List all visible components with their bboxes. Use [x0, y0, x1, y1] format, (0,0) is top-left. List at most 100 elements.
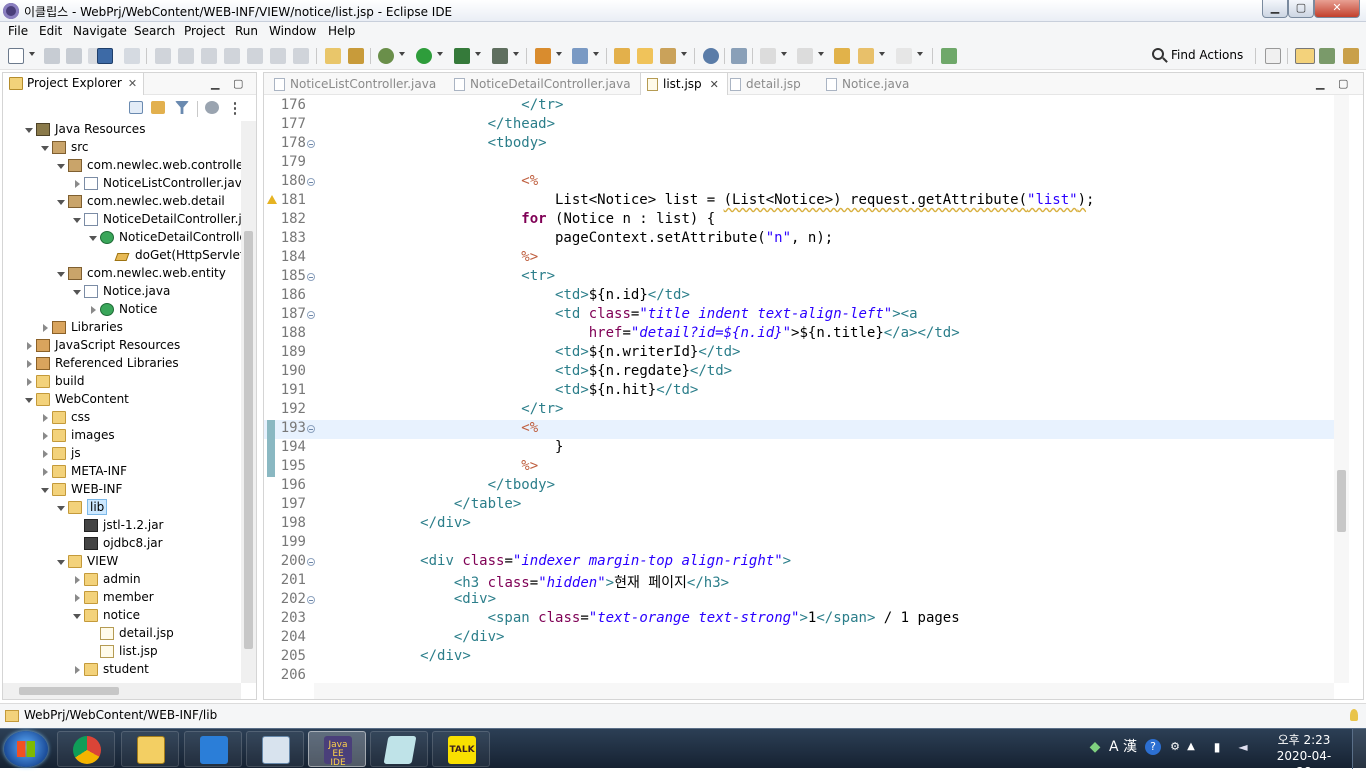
tip-bulb-icon[interactable] [1350, 709, 1358, 721]
new-class-icon[interactable] [572, 48, 588, 64]
code-line[interactable]: 195 %> [264, 458, 1334, 477]
terminate-icon[interactable] [201, 48, 217, 64]
last-edit-location-icon[interactable] [834, 48, 850, 64]
fold-toggle-icon[interactable] [307, 558, 315, 566]
chevron-down-icon[interactable] [399, 52, 405, 56]
next-annotation-icon[interactable] [760, 48, 776, 64]
fold-toggle-icon[interactable] [307, 596, 315, 604]
explorer-horizontal-scrollbar[interactable] [3, 683, 241, 699]
close-icon[interactable]: ✕ [128, 77, 137, 90]
taskbar-kakaotalk[interactable]: TALK [432, 731, 490, 767]
chevron-down-icon[interactable] [818, 52, 824, 56]
code-line[interactable]: 191 <td>${n.hit}</td> [264, 382, 1334, 401]
code-line[interactable]: 189 <td>${n.writerId}</td> [264, 344, 1334, 363]
java-perspective-icon[interactable] [1343, 48, 1359, 64]
taskbar-media[interactable] [246, 731, 304, 767]
code-line[interactable]: 178 <tbody> [264, 135, 1334, 154]
code-line[interactable]: 197 </table> [264, 496, 1334, 515]
filter-icon[interactable] [175, 101, 189, 114]
java-ee-perspective-icon[interactable] [1295, 48, 1315, 64]
start-button[interactable] [4, 731, 48, 767]
globe-icon[interactable] [703, 48, 719, 64]
code-line[interactable]: 193 <% [264, 420, 1334, 439]
maximize-view-icon[interactable]: ▢ [233, 77, 243, 90]
code-line[interactable]: 185 <tr> [264, 268, 1334, 287]
new-icon[interactable] [8, 48, 24, 64]
maximize-button[interactable]: ▢ [1288, 0, 1314, 18]
coverage-icon[interactable] [454, 48, 470, 64]
debug-perspective-icon[interactable] [1319, 48, 1335, 64]
search-tool-icon[interactable] [660, 48, 676, 64]
code-line[interactable]: 177 </thead> [264, 116, 1334, 135]
code-line[interactable]: 198 </div> [264, 515, 1334, 534]
code-line[interactable]: 194 } [264, 439, 1334, 458]
code-line[interactable]: 187 <td class="title indent text-align-l… [264, 306, 1334, 325]
code-line[interactable]: 182 for (Notice n : list) { [264, 211, 1334, 230]
code-line[interactable]: 205 </div> [264, 648, 1334, 667]
chevron-down-icon[interactable] [879, 52, 885, 56]
overview-ruler[interactable] [1349, 95, 1363, 683]
code-area[interactable]: 176 </tr> 177 </thead> 178 <tbody> 179 180 <… [264, 95, 1334, 683]
scrollbar-thumb[interactable] [1337, 470, 1346, 532]
chevron-down-icon[interactable] [917, 52, 923, 56]
open-type-icon[interactable] [614, 48, 630, 64]
tab-notice-detail-controller[interactable]: NoticeDetailController.java [448, 73, 639, 95]
code-line[interactable]: 180 <% [264, 173, 1334, 192]
show-desktop-button[interactable] [1352, 729, 1366, 769]
save-all-icon[interactable] [66, 48, 82, 64]
fold-toggle-icon[interactable] [307, 311, 315, 319]
menu-edit[interactable]: Edit [39, 24, 62, 38]
menu-search[interactable]: Search [134, 24, 175, 38]
save-icon[interactable] [44, 48, 60, 64]
tab-list-jsp[interactable]: list.jsp ✕ [640, 73, 728, 95]
code-line[interactable]: 184 %> [264, 249, 1334, 268]
forward-icon[interactable] [896, 48, 912, 64]
explorer-vertical-scrollbar[interactable] [241, 121, 256, 683]
ime-indicator[interactable]: A 漢 [1105, 739, 1141, 755]
menu-run[interactable]: Run [235, 24, 258, 38]
fold-toggle-icon[interactable] [307, 178, 315, 186]
spellcheck-icon[interactable] [731, 48, 747, 64]
editor-vertical-scrollbar[interactable] [1334, 95, 1349, 683]
chevron-down-icon[interactable] [593, 52, 599, 56]
open-perspective-icon[interactable] [1265, 48, 1281, 64]
chevron-down-icon[interactable] [475, 52, 481, 56]
debug-icon[interactable] [378, 48, 394, 64]
focus-icon[interactable] [205, 101, 219, 114]
code-line[interactable]: 188 href="detail?id=${n.id}">${n.title}<… [264, 325, 1334, 344]
resume-icon[interactable] [155, 48, 171, 64]
code-line[interactable]: 201 <h3 class="hidden">현재 페이지</h3> [264, 572, 1334, 591]
fold-toggle-icon[interactable] [307, 140, 315, 148]
code-line[interactable]: 206 [264, 667, 1334, 683]
taskbar-notepad[interactable] [370, 731, 428, 767]
code-line[interactable]: 200 <div class="indexer margin-top align… [264, 553, 1334, 572]
volume-muted-icon[interactable]: ◄ [1235, 739, 1251, 755]
menu-help[interactable]: Help [328, 24, 355, 38]
back-icon[interactable] [858, 48, 874, 64]
taskbar-chrome[interactable] [57, 731, 115, 767]
help-icon[interactable]: ? [1145, 739, 1161, 755]
fold-toggle-icon[interactable] [307, 273, 315, 281]
taskbar-vscode[interactable] [184, 731, 242, 767]
suspend-icon[interactable] [178, 48, 194, 64]
chevron-down-icon[interactable] [781, 52, 787, 56]
menu-project[interactable]: Project [184, 24, 225, 38]
power-icon[interactable]: ▮ [1209, 739, 1225, 755]
window-title-bar[interactable]: 이클립스 - WebPrj/WebContent/WEB-INF/VIEW/no… [0, 0, 1366, 22]
chevron-down-icon[interactable] [437, 52, 443, 56]
open-perspective-icon[interactable] [325, 48, 341, 64]
minimize-button[interactable]: ▁ [1262, 0, 1288, 18]
fold-toggle-icon[interactable] [307, 425, 315, 433]
run-icon[interactable] [416, 48, 432, 64]
scrollbar-thumb[interactable] [19, 687, 119, 695]
code-line[interactable]: 192 </tr> [264, 401, 1334, 420]
previous-annotation-icon[interactable] [797, 48, 813, 64]
code-line[interactable]: 202 <div> [264, 591, 1334, 610]
server-icon[interactable] [348, 48, 364, 64]
minimize-view-icon[interactable]: ▁ [211, 77, 219, 90]
disconnect-icon[interactable] [224, 48, 240, 64]
code-line[interactable]: 190 <td>${n.regdate}</td> [264, 363, 1334, 382]
link-with-editor-icon[interactable] [151, 101, 165, 114]
scrollbar-thumb[interactable] [244, 231, 253, 649]
step-return-icon[interactable] [293, 48, 309, 64]
